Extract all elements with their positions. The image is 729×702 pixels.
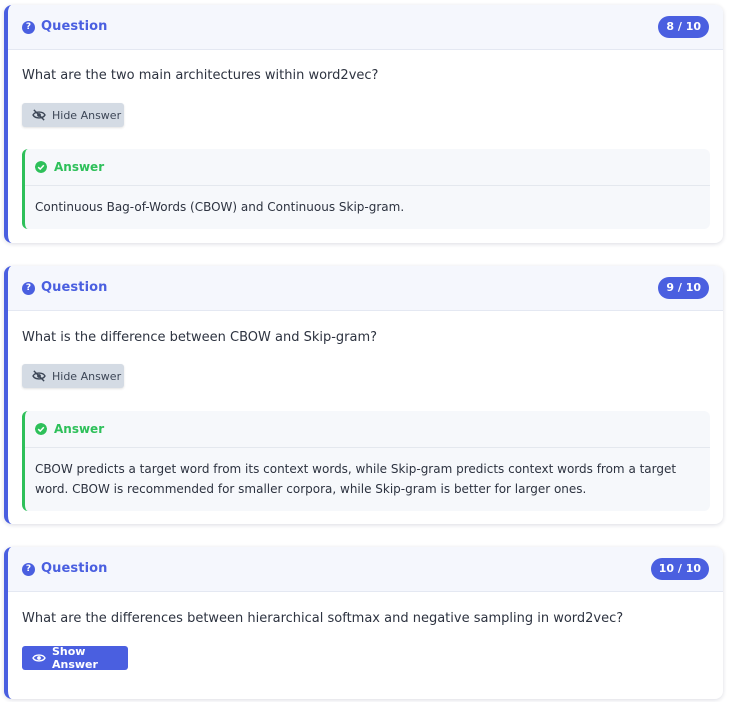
show-answer-label: Show Answer [52, 645, 98, 671]
question-circle-icon: ? [22, 282, 35, 295]
question-header-title: Question [41, 280, 108, 295]
eye-slash-icon [32, 370, 46, 382]
eye-slash-icon [32, 109, 46, 121]
check-circle-icon [35, 161, 47, 173]
question-card-header: ? Question 8 / 10 [8, 5, 723, 50]
question-text: What is the difference between CBOW and … [22, 330, 378, 345]
answer-text: Continuous Bag-of-Words (CBOW) and Conti… [35, 200, 405, 214]
question-text: What are the differences between hierarc… [22, 611, 624, 626]
answer-header: Answer [25, 149, 710, 186]
answer-title: Answer [54, 422, 105, 436]
answer-panel: Answer Continuous Bag-of-Words (CBOW) an… [22, 149, 710, 229]
show-answer-button[interactable]: Show Answer [22, 645, 128, 671]
question-progress-badge: 8 / 10 [658, 16, 709, 38]
answer-text-line: CBOW predicts a target word from its con… [35, 462, 677, 476]
answer-title: Answer [54, 160, 105, 174]
question-card: ? Question 8 / 10 What are the two main … [4, 5, 723, 243]
question-progress-badge: 10 / 10 [650, 558, 709, 580]
question-circle-icon: ? [22, 563, 35, 576]
question-card-header: ? Question 9 / 10 [8, 266, 723, 311]
hide-answer-label: Hide Answer [52, 108, 122, 122]
question-circle-icon: ? [22, 21, 35, 34]
answer-text: CBOW predicts a target word from its con… [25, 448, 710, 499]
question-text: What are the two main architectures with… [22, 68, 379, 83]
question-card: ? Question 9 / 10 What is the difference… [4, 266, 723, 524]
question-card: ? Question 10 / 10 What are the differen… [4, 547, 723, 699]
check-circle-icon [35, 423, 47, 435]
question-progress-badge: 9 / 10 [658, 277, 709, 299]
question-header-title: Question [41, 561, 108, 576]
answer-text-line: word. CBOW is recommended for smaller co… [35, 482, 587, 496]
answer-header: Answer [25, 411, 710, 448]
answer-panel: Answer CBOW predicts a target word from … [22, 411, 710, 511]
question-card-header: ? Question 10 / 10 [8, 547, 723, 592]
eye-icon [32, 654, 46, 662]
hide-answer-label: Hide Answer [52, 369, 122, 383]
question-header-title: Question [41, 19, 108, 34]
hide-answer-button[interactable]: Hide Answer [22, 103, 124, 127]
hide-answer-button[interactable]: Hide Answer [22, 364, 124, 388]
